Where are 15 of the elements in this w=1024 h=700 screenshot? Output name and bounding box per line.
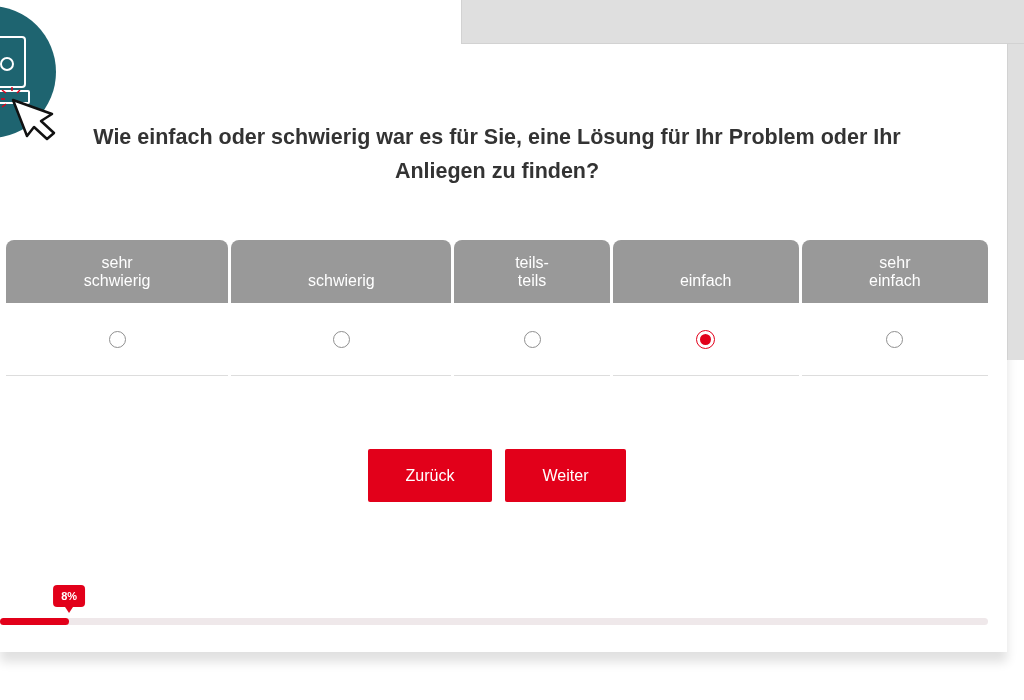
- question-text: Wie einfach oder schwierig war es für Sie, eine Lösung für Ihr Problem oder Ihr Anliegen zu finden?: [92, 124, 902, 185]
- radio-button[interactable]: [332, 330, 350, 348]
- radio-button[interactable]: [523, 330, 541, 348]
- column-header: einfach: [612, 240, 799, 303]
- column-header: sehr einfach: [801, 240, 988, 303]
- radio-button[interactable]: [886, 330, 904, 348]
- column-header: teils- teils: [454, 240, 610, 303]
- column-header: schwierig: [231, 240, 452, 303]
- back-button[interactable]: Zurück: [368, 449, 492, 502]
- pointer-icon: [65, 607, 74, 613]
- radio-button[interactable]: [696, 329, 716, 349]
- column-header: sehr schwierig: [6, 240, 229, 303]
- progress-percent-label: 8%: [53, 585, 86, 607]
- radio-button[interactable]: [108, 330, 126, 348]
- next-button[interactable]: Weiter: [505, 449, 626, 502]
